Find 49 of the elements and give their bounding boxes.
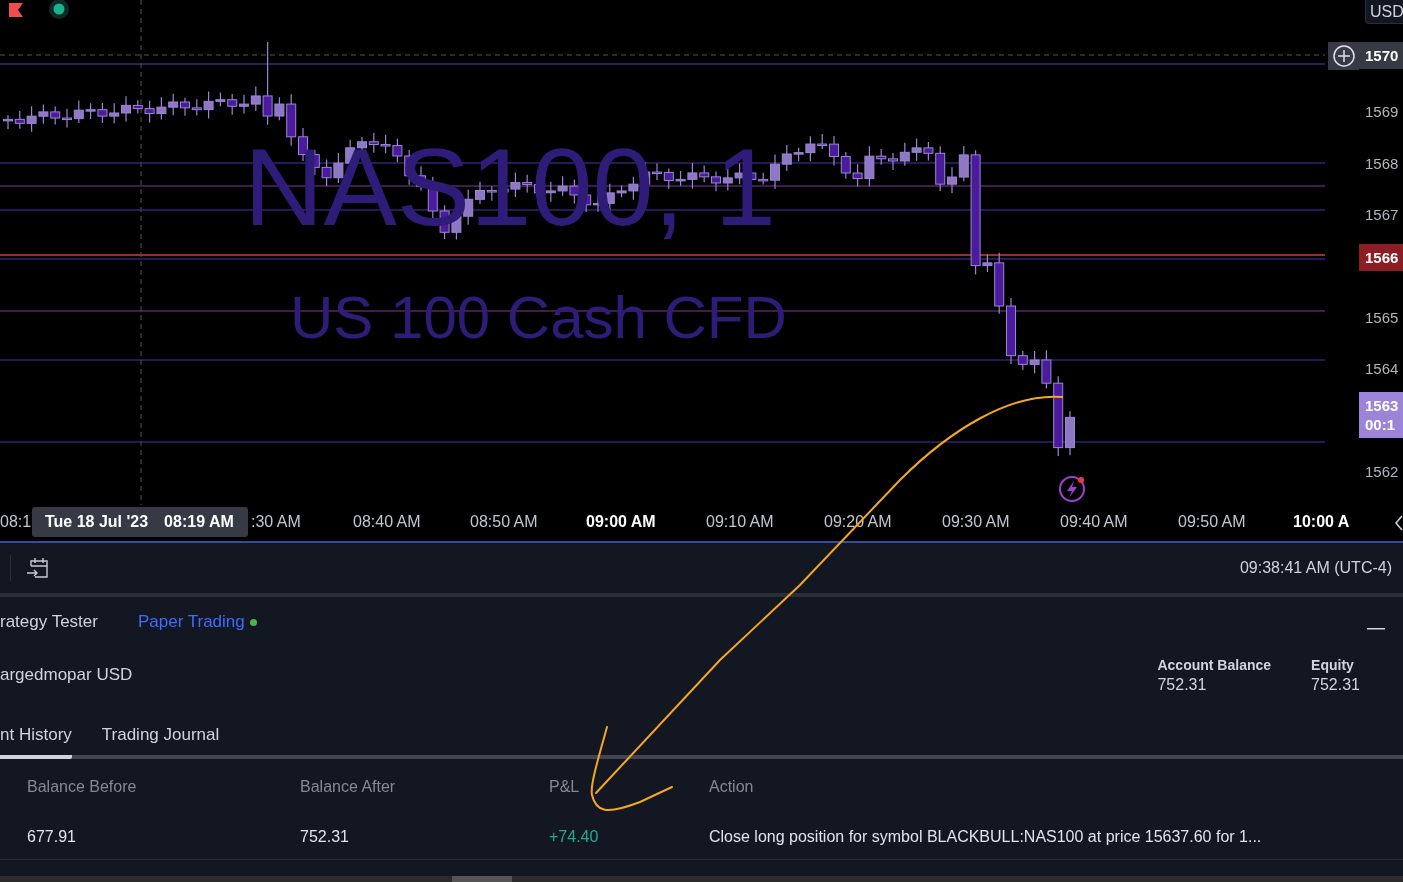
price-label: 1565 — [1364, 308, 1400, 327]
flag-icon — [9, 3, 23, 17]
minimize-icon[interactable] — [1367, 627, 1385, 631]
add-button[interactable] — [1328, 42, 1359, 70]
chevron-left-icon[interactable] — [1395, 515, 1403, 531]
currency-button[interactable]: USD — [1365, 0, 1403, 24]
time-label: 09:30 AM — [942, 513, 1010, 531]
panel-tab[interactable]: Paper Trading — [137, 612, 257, 632]
time-label: 08:40 AM — [353, 513, 421, 531]
time-label: 10:00 A — [1293, 513, 1350, 531]
history-tab[interactable]: nt History — [0, 715, 72, 759]
account-name: argedmopar USD — [0, 665, 133, 685]
price-label: 1567 — [1364, 205, 1400, 224]
history-tab[interactable]: Trading Journal — [101, 715, 220, 759]
column-header: Balance After — [300, 778, 397, 796]
table-cell-text: Close long position for symbol BLACKBULL:NAS100 at price 15637.60 for 1... — [709, 828, 1263, 846]
calendar-icon[interactable] — [25, 555, 51, 581]
stat-label: Equity — [1311, 656, 1355, 673]
clock-text: 09:38:41 AM (UTC-4) — [1239, 559, 1392, 577]
stat-value: 752.31 — [1157, 675, 1208, 694]
date-text: Tue 18 Jul '23 — [45, 513, 149, 531]
time-label: 09:10 AM — [706, 513, 774, 531]
price-badge: 1563 00:1 — [1359, 392, 1403, 438]
table-cell-text: 752.31 — [300, 828, 350, 846]
time-label: :30 AM — [251, 513, 301, 531]
lightning-icon[interactable] — [1059, 476, 1085, 502]
plus-icon — [1331, 44, 1356, 68]
price-label: 1562 — [1364, 462, 1400, 481]
stat-value: 752.31 — [1311, 675, 1360, 694]
time-label: 08:50 AM — [470, 513, 538, 531]
stat-label: Account Balance — [1157, 656, 1272, 673]
price-label: 1568 — [1364, 154, 1400, 173]
price-badge: 1570 — [1359, 42, 1403, 69]
time-text: 08:19 AM — [164, 513, 234, 531]
column-header: Action — [709, 778, 755, 796]
time-label: 08:1 — [0, 513, 32, 531]
price-badge: 1566 — [1359, 244, 1403, 271]
time-label: 09:00 AM — [586, 513, 656, 531]
time-label: 09:50 AM — [1178, 513, 1246, 531]
table-cell-text: +74.40 — [549, 828, 600, 846]
price-label: 1564 — [1364, 359, 1400, 378]
price-label: 1569 — [1364, 102, 1400, 121]
table-cell-text: 677.91 — [27, 828, 77, 846]
scrollbar[interactable] — [0, 876, 1403, 882]
panel-tab[interactable]: rategy Tester — [0, 612, 98, 632]
column-header: Balance Before — [27, 778, 138, 796]
time-label: 09:40 AM — [1060, 513, 1128, 531]
status-dot — [249, 618, 257, 626]
column-header: P&L — [549, 778, 581, 796]
